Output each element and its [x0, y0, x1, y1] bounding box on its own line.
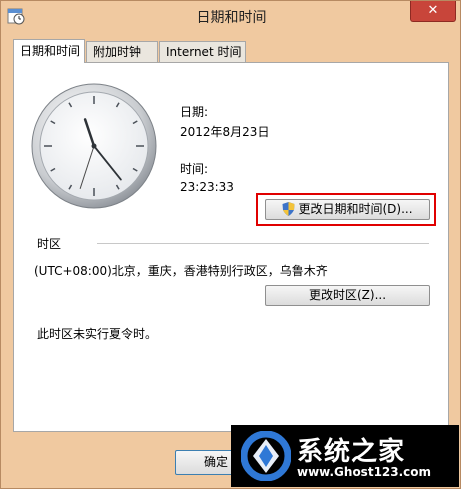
uac-shield-icon — [282, 202, 295, 216]
timezone-value: (UTC+08:00)北京，重庆，香港特别行政区，乌鲁木齐 — [34, 264, 328, 278]
watermark-logo-icon — [241, 431, 291, 481]
dst-note: 此时区未实行夏令时。 — [37, 327, 158, 341]
change-date-time-button[interactable]: 更改日期和时间(D)... — [265, 199, 430, 220]
tab-internet-time[interactable]: Internet 时间 — [159, 41, 246, 62]
title-bar: 日期和时间 ✕ — [1, 1, 461, 31]
watermark-url: www.Ghost123.com — [297, 465, 432, 479]
tab-additional-clocks[interactable]: 附加时钟 — [86, 41, 158, 62]
timezone-divider — [97, 243, 429, 244]
change-date-time-label: 更改日期和时间(D)... — [298, 202, 413, 216]
watermark-banner: 系统之家 www.Ghost123.com — [231, 425, 459, 487]
change-timezone-button[interactable]: 更改时区(Z)... — [265, 285, 430, 306]
watermark-name: 系统之家 — [297, 437, 406, 467]
tab-date-and-time[interactable]: 日期和时间 — [13, 39, 85, 63]
time-label: 时间: — [180, 162, 209, 176]
date-time-dialog: 日期和时间 ✕ 日期和时间 附加时钟 Internet 时间 日期: 2012年… — [0, 0, 461, 489]
date-value: 2012年8月23日 — [180, 125, 270, 139]
close-button[interactable]: ✕ — [410, 1, 456, 22]
analog-clock-icon — [31, 83, 157, 209]
tab-panel: 日期: 2012年8月23日 时间: 23:23:33 更改日期和时间(D)..… — [13, 62, 449, 432]
window-title: 日期和时间 — [196, 10, 267, 26]
date-label: 日期: — [180, 105, 209, 119]
timezone-header: 时区 — [37, 237, 62, 251]
time-value: 23:23:33 — [180, 180, 234, 194]
